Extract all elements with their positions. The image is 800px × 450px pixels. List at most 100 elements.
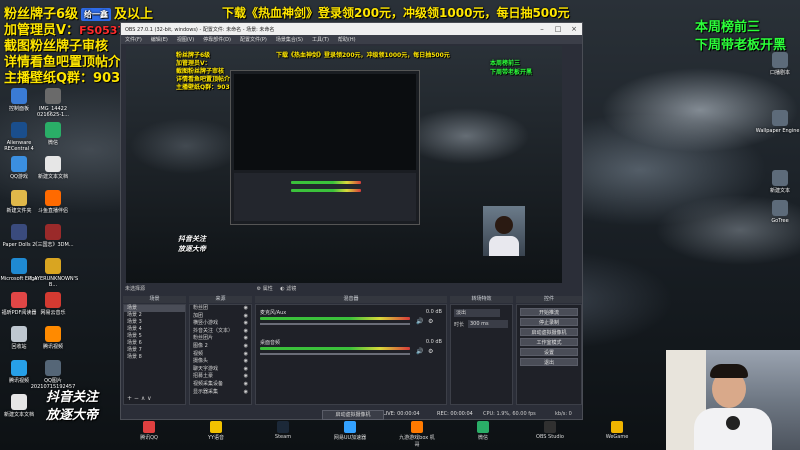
speaker-icon[interactable]: 🔊 [416,318,423,325]
taskbar-label: 九游游戏box 机哥 [399,435,435,448]
properties-button[interactable]: 属性 [263,286,273,292]
desktop-icon[interactable]: PLAYERUNKNOWN'S B... [28,258,78,288]
duration-input[interactable]: 300 ms [468,320,508,328]
taskbar-item[interactable]: OBS Studio [530,419,570,440]
eye-icon[interactable]: ◉ [244,366,248,373]
eye-icon[interactable]: ◉ [244,313,248,320]
source-item[interactable]: 摄像头 ◉ [190,358,251,366]
maximize-icon[interactable]: □ [550,25,566,33]
eye-icon[interactable]: ◉ [244,373,248,380]
taskbar-label: 微信 [477,435,488,441]
minimize-icon[interactable]: – [534,25,550,33]
menu-view[interactable]: 视图(V) [177,36,194,43]
desktop-icon[interactable]: 网易云音乐 [28,292,78,316]
preview-douyin-name: 放逐大帝 [178,245,206,253]
filter-icon[interactable]: ◐ [280,286,284,292]
taskbar-item[interactable]: 微信 [463,419,503,441]
control-button[interactable]: 启动虚拟摄像机 [520,328,578,336]
desktop-icon[interactable]: 新建文本文档 [0,394,44,418]
desktop-icon[interactable]: 新建文本 [755,170,800,194]
desktop-icon-label: 斗鱼直播伴侣 [37,208,68,214]
source-item[interactable]: 粉丝团片 ◉ [190,335,251,343]
eye-icon[interactable]: ◉ [244,389,248,396]
control-button[interactable]: 开始推流 [520,308,578,316]
scene-item[interactable]: 场景 8 [124,354,185,361]
menu-edit[interactable]: 编辑(E) [151,36,168,43]
desktop-icon[interactable]: GoTree [755,200,800,224]
menu-scene-collection[interactable]: 场景集合(S) [276,36,303,43]
app-icon [277,421,289,433]
desktop-icon[interactable]: 微信 [28,122,78,146]
webcam-feed [666,350,800,450]
scene-item[interactable]: 场景 7 [124,347,185,354]
mixer-desktop-slider[interactable] [260,353,410,355]
source-item[interactable]: 粉丝团 ◉ [190,305,251,313]
eye-icon[interactable]: ◉ [244,320,248,327]
obs-titlebar[interactable]: OBS 27.0.1 (32-bit, windows) - 配置文件: 未命名… [121,23,582,35]
overlay-rank-top3: 本周榜前三 [695,20,761,35]
close-icon[interactable]: × [566,25,582,33]
eye-icon[interactable]: ◉ [244,328,248,335]
taskbar-item[interactable]: WeGame [597,419,637,440]
eye-icon[interactable]: ◉ [244,358,248,365]
scene-item[interactable]: 场景 3 [124,319,185,326]
desktop-icon[interactable]: 斗鱼直播伴侣 [28,190,78,214]
eye-icon[interactable]: ◉ [244,335,248,342]
app-icon [772,200,788,216]
source-item[interactable]: 图像 2 ◉ [190,343,251,351]
taskbar-item[interactable]: YY语音 [196,419,236,441]
control-button[interactable]: 设置 [520,348,578,356]
app-icon [772,52,788,68]
menu-help[interactable]: 帮助(H) [338,36,356,43]
app-icon [210,421,222,433]
transition-select[interactable]: 淡出 [454,309,500,317]
taskbar-item[interactable]: 腾讯QQ [129,419,169,441]
desktop-icon[interactable]: 新建文本文档 [28,156,78,180]
desktop-icon[interactable]: IMG_14422 0216625-1... [28,88,78,118]
mixer-desktop-db: 0.0 dB [425,339,442,345]
desktop-icon[interactable]: 腾讯视频 [28,326,78,350]
desktop-icon[interactable]: 《三国志》3DM... [28,224,78,248]
eye-icon[interactable]: ◉ [244,343,248,350]
source-item[interactable]: 招募土豪 ◉ [190,373,251,381]
filters-button[interactable]: 滤镜 [286,286,296,292]
menu-profile[interactable]: 配置文件(P) [240,36,267,43]
scene-item[interactable]: 场景 5 [124,333,185,340]
gear-icon[interactable]: ⚙ [257,286,261,292]
scene-item[interactable]: 场景 [124,305,185,312]
menu-tools[interactable]: 工具(T) [312,36,329,43]
control-button[interactable]: 停止录制 [520,318,578,326]
scene-item[interactable]: 场景 6 [124,340,185,347]
app-icon [143,421,155,433]
app-icon [45,156,61,172]
taskbar-item[interactable]: Steam [263,419,303,440]
eye-icon[interactable]: ◉ [244,351,248,358]
obs-window[interactable]: OBS 27.0.1 (32-bit, windows) - 配置文件: 未命名… [120,22,583,420]
menu-file[interactable]: 文件(F) [125,36,142,43]
menu-docks[interactable]: 停靠部件(D) [203,36,231,43]
mixer-mic-slider[interactable] [260,323,410,325]
desktop-icon[interactable]: Wallpaper Engine... [755,110,800,134]
gear-icon[interactable]: ⚙ [428,348,433,355]
obs-preview[interactable]: 粉丝牌子6级 加管理员V： 截图粉丝牌子审核 详情看鱼吧置顶帖介绍 主播壁纸Q群… [126,46,562,283]
source-item[interactable]: 视频采集设备 ◉ [190,381,251,389]
taskbar-item[interactable]: 九游游戏box 机哥 [397,419,437,448]
control-button[interactable]: 工作室模式 [520,338,578,346]
scene-item[interactable]: 场景 4 [124,326,185,333]
scene-add-remove-icons[interactable]: + − ∧ ∨ [127,395,152,402]
source-item[interactable]: 横竖小游戏 ◉ [190,320,251,328]
scenes-dock-title: 场景 [123,296,186,303]
desktop-icon[interactable]: 口播剧本 [755,52,800,76]
desktop-icon-label: 腾讯视频 [42,344,63,350]
scene-item[interactable]: 场景 2 [124,312,185,319]
app-icon [544,421,556,433]
speaker-icon[interactable]: 🔊 [416,348,423,355]
app-icon [611,421,623,433]
eye-icon[interactable]: ◉ [244,381,248,388]
gear-icon[interactable]: ⚙ [428,318,433,325]
eye-icon[interactable]: ◉ [244,305,248,312]
control-button[interactable]: 退出 [520,358,578,366]
source-item[interactable]: 显示器采集 ◉ [190,389,251,397]
taskbar-item[interactable]: 网易UU加速器 [330,419,370,441]
taskbar-label: 腾讯QQ [140,435,158,441]
